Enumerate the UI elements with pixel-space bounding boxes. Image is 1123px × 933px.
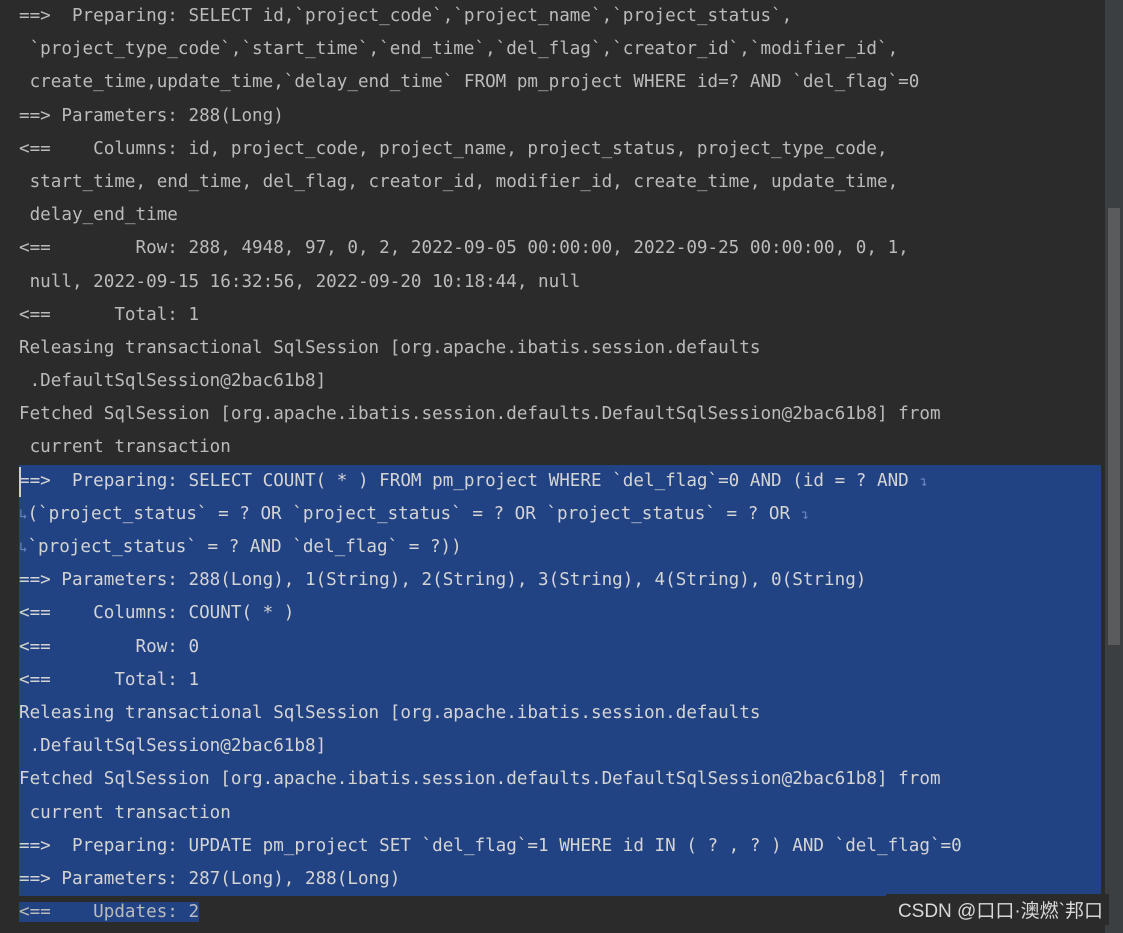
- console-line[interactable]: .DefaultSqlSession@2bac61b8]: [0, 365, 1123, 398]
- console-line-text: ==> Preparing: SELECT COUNT( * ) FROM pm…: [19, 470, 920, 491]
- console-line[interactable]: ==> Preparing: UPDATE pm_project SET `de…: [0, 829, 1123, 863]
- console-line[interactable]: <== Row: 0: [0, 630, 1123, 664]
- console-line[interactable]: ↳`project_status` = ? AND `del_flag` = ?…: [0, 531, 1123, 565]
- console-line-text: start_time, end_time, del_flag, creator_…: [19, 171, 899, 192]
- console-line-text: Releasing transactional SqlSession [org.…: [19, 702, 761, 723]
- console-line-text: ==> Parameters: 288(Long), 1(String), 2(…: [19, 570, 867, 591]
- console-line-text: null, 2022-09-15 16:32:56, 2022-09-20 10…: [19, 271, 581, 292]
- console-line[interactable]: ==> Preparing: SELECT COUNT( * ) FROM pm…: [0, 464, 1123, 498]
- vertical-scrollbar-track[interactable]: [1105, 0, 1123, 933]
- console-line[interactable]: Releasing transactional SqlSession [org.…: [0, 696, 1123, 731]
- console-line-text: <== Columns: id, project_code, project_n…: [19, 138, 888, 159]
- console-line-text: <== Row: 288, 4948, 97, 0, 2, 2022-09-05…: [19, 238, 909, 259]
- console-line-text: Fetched SqlSession [org.apache.ibatis.se…: [19, 404, 941, 425]
- console-line[interactable]: .DefaultSqlSession@2bac61b8]: [0, 730, 1123, 764]
- console-line-text: <== Updates: 2: [19, 902, 200, 923]
- console-line-text: current transaction: [19, 437, 231, 458]
- console-line-text: <== Total: 1: [19, 669, 200, 690]
- console-line[interactable]: <== Total: 1: [0, 663, 1123, 697]
- console-line-text: Releasing transactional SqlSession [org.…: [19, 337, 761, 358]
- console-line[interactable]: ==> Parameters: 287(Long), 288(Long): [0, 862, 1123, 897]
- text-caret: [19, 467, 21, 497]
- vertical-scrollbar-thumb[interactable]: [1108, 208, 1120, 645]
- console-line-text: ==> Preparing: SELECT id,`project_code`,…: [19, 6, 793, 26]
- console-line[interactable]: ==> Preparing: SELECT id,`project_code`,…: [0, 0, 1123, 33]
- console-line-text: current transaction: [19, 802, 231, 823]
- console-output[interactable]: ==> Preparing: SELECT id,`project_code`,…: [0, 0, 1123, 933]
- console-line[interactable]: delay_end_time: [0, 199, 1123, 232]
- console-line-text: <== Row: 0: [19, 636, 200, 657]
- console-line-text: `project_type_code`,`start_time`,`end_ti…: [19, 39, 899, 60]
- console-line[interactable]: Fetched SqlSession [org.apache.ibatis.se…: [0, 398, 1123, 431]
- console-line-text: (`project_status` = ? OR `project_status…: [27, 503, 801, 524]
- console-line[interactable]: null, 2022-09-15 16:32:56, 2022-09-20 10…: [0, 266, 1123, 299]
- console-line-text: <== Total: 1: [19, 304, 200, 325]
- console-line[interactable]: Fetched SqlSession [org.apache.ibatis.se…: [0, 763, 1123, 797]
- console-line[interactable]: ==> Parameters: 288(Long): [0, 100, 1123, 133]
- csdn-watermark: CSDN @口口·澳燃`邦口: [885, 894, 1109, 925]
- console-line[interactable]: `project_type_code`,`start_time`,`end_ti…: [0, 33, 1123, 66]
- wrap-end-icon: ↴: [919, 473, 928, 490]
- console-line[interactable]: <== Columns: id, project_code, project_n…: [0, 133, 1123, 166]
- console-line[interactable]: Releasing transactional SqlSession [org.…: [0, 332, 1123, 365]
- console-line-text: .DefaultSqlSession@2bac61b8]: [19, 736, 327, 757]
- console-line[interactable]: current transaction: [0, 796, 1123, 830]
- console-line-text: `project_status` = ? AND `del_flag` = ?)…: [27, 537, 462, 557]
- console-line-text: ==> Preparing: UPDATE pm_project SET `de…: [19, 835, 962, 856]
- console-line-text: .DefaultSqlSession@2bac61b8]: [19, 371, 327, 392]
- console-window: ==> Preparing: SELECT id,`project_code`,…: [0, 0, 1123, 933]
- console-line-text: delay_end_time: [19, 205, 178, 226]
- console-line[interactable]: ↳(`project_status` = ? OR `project_statu…: [0, 497, 1123, 531]
- console-line[interactable]: current transaction: [0, 431, 1123, 464]
- console-line[interactable]: <== Columns: COUNT( * ): [0, 597, 1123, 631]
- console-left-gutter: [0, 0, 19, 933]
- console-line[interactable]: start_time, end_time, del_flag, creator_…: [0, 166, 1123, 199]
- console-line[interactable]: ==> Parameters: 288(Long), 1(String), 2(…: [0, 564, 1123, 598]
- console-line-text: create_time,update_time,`delay_end_time`…: [19, 72, 920, 93]
- console-line[interactable]: create_time,update_time,`delay_end_time`…: [0, 66, 1123, 99]
- console-line-text: <== Columns: COUNT( * ): [19, 603, 295, 624]
- console-line-text: ==> Parameters: 288(Long): [19, 105, 284, 126]
- wrap-end-icon: ↴: [800, 506, 810, 523]
- console-line[interactable]: <== Row: 288, 4948, 97, 0, 2, 2022-09-05…: [0, 232, 1123, 265]
- console-line-text: ==> Parameters: 287(Long), 288(Long): [19, 868, 401, 889]
- console-line-text: Fetched SqlSession [org.apache.ibatis.se…: [19, 769, 941, 790]
- console-line[interactable]: <== Total: 1: [0, 299, 1123, 332]
